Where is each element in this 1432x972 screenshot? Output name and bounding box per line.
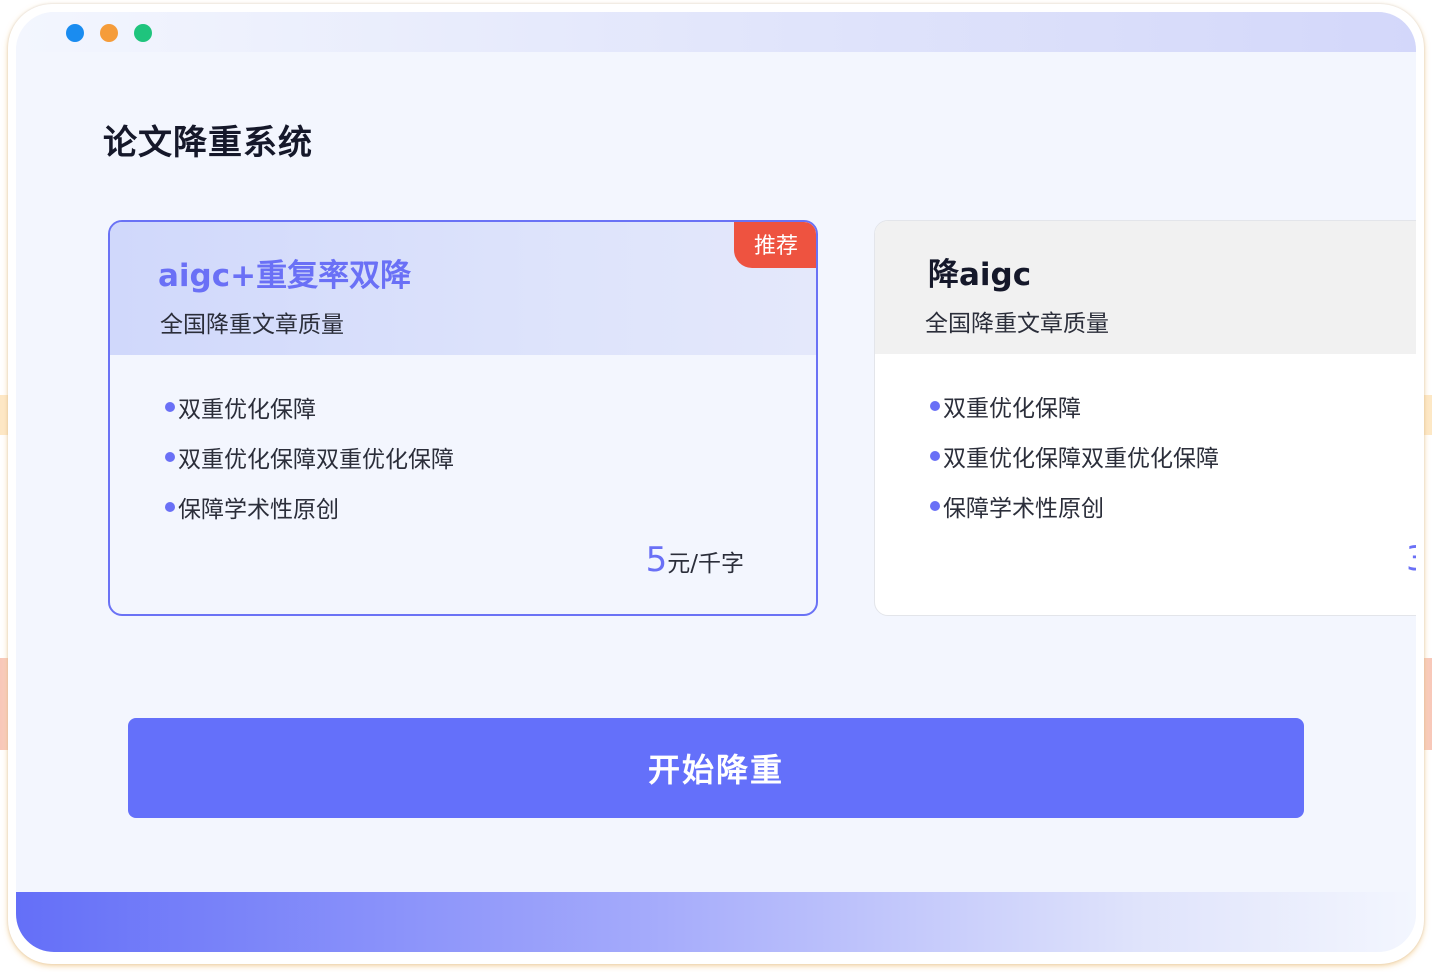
feature-list: 双重优化保障 双重优化保障双重优化保障 保障学术性原创 bbox=[165, 382, 454, 532]
price-value: 5 bbox=[645, 540, 668, 580]
price-unit: 元/千字 bbox=[667, 551, 744, 577]
feature-item: 保障学术性原创 bbox=[165, 482, 454, 532]
feature-item: 双重优化保障 bbox=[930, 381, 1219, 431]
feature-text: 保障学术性原创 bbox=[943, 496, 1104, 522]
bullet-icon bbox=[165, 402, 175, 412]
feature-text: 双重优化保障 bbox=[178, 397, 316, 423]
title-bar bbox=[16, 12, 1416, 52]
plan-price: 5元/千字 bbox=[646, 540, 744, 580]
feature-text: 双重优化保障双重优化保障 bbox=[943, 446, 1219, 472]
plan-card-title: aigc+重复率双降 bbox=[158, 258, 412, 294]
plan-card-title: 降aigc bbox=[928, 257, 1032, 293]
start-reduce-button[interactable]: 开始降重 bbox=[128, 718, 1304, 818]
recommended-badge: 推荐 bbox=[734, 222, 816, 268]
feature-item: 双重优化保障 bbox=[165, 382, 454, 432]
app-window: 论文降重系统 aigc+重复率双降 全国降重文章质量 推荐 双重优化保障 双重优… bbox=[8, 4, 1424, 964]
plan-card-subtitle: 全国降重文章质量 bbox=[160, 312, 344, 338]
feature-item: 保障学术性原创 bbox=[930, 481, 1219, 531]
feature-item: 双重优化保障双重优化保障 bbox=[930, 431, 1219, 481]
plan-card-header: aigc+重复率双降 全国降重文章质量 bbox=[110, 222, 816, 355]
bullet-icon bbox=[165, 502, 175, 512]
window-content: 论文降重系统 aigc+重复率双降 全国降重文章质量 推荐 双重优化保障 双重优… bbox=[16, 12, 1416, 952]
plan-card-subtitle: 全国降重文章质量 bbox=[925, 311, 1109, 337]
window-dot-orange-icon[interactable] bbox=[100, 24, 118, 42]
bullet-icon bbox=[930, 401, 940, 411]
feature-text: 双重优化保障双重优化保障 bbox=[178, 447, 454, 473]
page-title: 论文降重系统 bbox=[103, 123, 313, 163]
window-dot-blue-icon[interactable] bbox=[66, 24, 84, 42]
feature-text: 双重优化保障 bbox=[943, 396, 1081, 422]
feature-item: 双重优化保障双重优化保障 bbox=[165, 432, 454, 482]
plan-card-aigc-duplicate[interactable]: aigc+重复率双降 全国降重文章质量 推荐 双重优化保障 双重优化保障双重优化… bbox=[108, 220, 818, 616]
plan-card-header: 降aigc 全国降重文章质量 bbox=[875, 221, 1416, 354]
plan-card-aigc[interactable]: 降aigc 全国降重文章质量 双重优化保障 双重优化保障双重优化保障 保障学术性… bbox=[874, 220, 1416, 616]
window-dot-green-icon[interactable] bbox=[134, 24, 152, 42]
price-value: 3 bbox=[1406, 539, 1416, 579]
bullet-icon bbox=[930, 501, 940, 511]
bottom-gradient-bar bbox=[16, 892, 1416, 952]
feature-text: 保障学术性原创 bbox=[178, 497, 339, 523]
bullet-icon bbox=[165, 452, 175, 462]
feature-list: 双重优化保障 双重优化保障双重优化保障 保障学术性原创 bbox=[930, 381, 1219, 531]
bullet-icon bbox=[930, 451, 940, 461]
plan-price: 3 bbox=[1406, 539, 1416, 579]
